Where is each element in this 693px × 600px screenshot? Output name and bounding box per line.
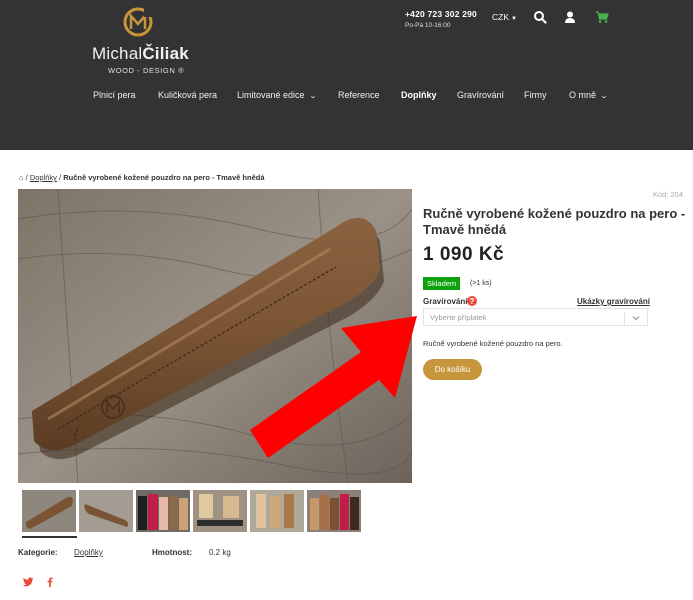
search-icon[interactable] — [533, 10, 547, 24]
nav-item-limitovane-edice[interactable]: Limitované edice ⌄ — [237, 90, 317, 100]
product-code: Kód: 204 — [652, 190, 683, 199]
caret-down-icon: ▼ — [511, 16, 517, 22]
chevron-down-icon — [632, 316, 640, 321]
main-nav: Plnicí pera Kuličková pera Limitované ed… — [0, 90, 693, 104]
product-short-description: Ručně vyrobené kožené pouzdro na pero. — [423, 339, 563, 348]
breadcrumb-link-doplnky[interactable]: Doplňky — [30, 173, 57, 182]
nav-item-gravirovani[interactable]: Gravírování — [457, 90, 504, 100]
category-label: Kategorie: — [18, 548, 58, 557]
thumbnail-active-indicator — [22, 536, 77, 538]
category-link[interactable]: Doplňky — [74, 548, 103, 557]
breadcrumb-separator: / — [59, 173, 62, 182]
home-icon[interactable]: ⌂ — [19, 173, 24, 182]
breadcrumb-current: Ručně vyrobené kožené pouzdro na pero - … — [63, 173, 265, 182]
nav-item-doplnky[interactable]: Doplňky — [401, 90, 437, 100]
add-to-cart-button[interactable]: Do košíku — [423, 359, 482, 380]
nav-item-kulickova-pera[interactable]: Kuličková pera — [158, 90, 217, 100]
thumbnail-1[interactable] — [22, 490, 76, 532]
chevron-down-icon: ⌄ — [599, 93, 609, 100]
brand-name: MichalČiliak — [92, 44, 189, 63]
user-icon[interactable] — [563, 10, 577, 24]
chevron-down-icon: ⌄ — [308, 93, 317, 100]
brand-tagline: WOOD - DESIGN ® — [108, 66, 185, 75]
site-header: MichalČiliak WOOD - DESIGN ® +420 723 30… — [0, 0, 693, 150]
nav-item-plnici-pera[interactable]: Plnicí pera — [93, 90, 136, 100]
thumbnail-6[interactable] — [307, 490, 361, 532]
nav-item-label: O mně — [569, 90, 597, 100]
product-title: Ručně vyrobené kožené pouzdro na pero - … — [423, 206, 686, 237]
twitter-icon[interactable] — [22, 576, 34, 588]
breadcrumb: ⌂ / Doplňky / Ručně vyrobené kožené pouz… — [19, 173, 265, 182]
currency-selector[interactable]: CZK ▼ — [492, 12, 517, 22]
header-hours: Po-Pá 10-16:00 — [405, 22, 451, 29]
nav-item-firmy[interactable]: Firmy — [524, 90, 547, 100]
weight-value: 0.2 kg — [209, 548, 231, 557]
weight-label: Hmotnost: — [152, 548, 192, 557]
nav-item-reference[interactable]: Reference — [338, 90, 380, 100]
select-divider — [624, 312, 625, 324]
stock-count: (>1 ks) — [470, 280, 492, 287]
engraving-select-placeholder: Vyberte příplatek — [430, 313, 487, 322]
currency-label: CZK — [492, 12, 509, 22]
nav-item-label: Limitované edice — [237, 90, 305, 100]
product-photo — [18, 189, 412, 483]
nav-item-o-mne[interactable]: O mně ⌄ — [569, 90, 609, 100]
thumbnail-3[interactable] — [136, 490, 190, 532]
product-price: 1 090 Kč — [423, 244, 505, 265]
thumbnail-2[interactable] — [79, 490, 133, 532]
question-icon[interactable]: ? — [467, 296, 477, 306]
brand-logo[interactable]: MichalČiliak WOOD - DESIGN ® — [92, 6, 192, 75]
facebook-icon[interactable] — [44, 576, 56, 588]
header-phone[interactable]: +420 723 302 290 — [405, 9, 477, 19]
engraving-select[interactable]: Vyberte příplatek — [423, 308, 648, 326]
svg-text:?: ? — [470, 297, 475, 306]
product-main-image[interactable] — [18, 189, 412, 483]
breadcrumb-separator: / — [25, 173, 28, 182]
thumbnail-5[interactable] — [250, 490, 304, 532]
logo-mark-icon — [123, 7, 153, 37]
thumbnail-4[interactable] — [193, 490, 247, 532]
stock-badge: Skladem — [423, 277, 461, 290]
engraving-samples-link[interactable]: Ukázky gravírování — [577, 297, 650, 306]
cart-icon[interactable] — [595, 10, 609, 24]
engraving-label: Gravírování — [423, 297, 468, 306]
